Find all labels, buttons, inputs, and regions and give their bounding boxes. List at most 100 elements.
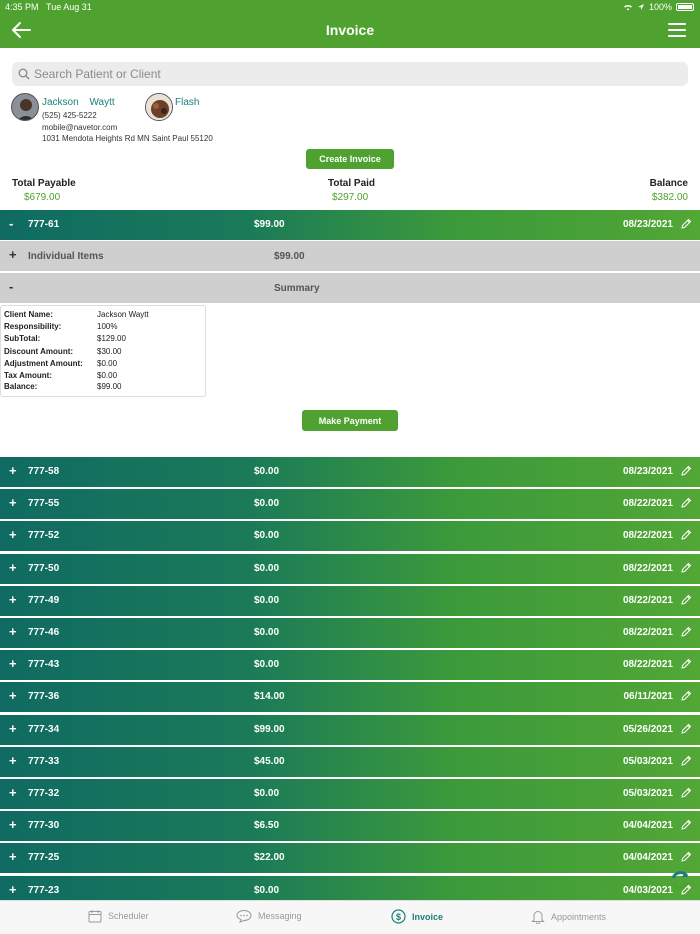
invoice-amount: $99.00 xyxy=(254,219,285,230)
invoice-amount: $0.00 xyxy=(254,498,280,509)
battery-icon xyxy=(676,3,694,11)
tab-invoice[interactable]: $ Invoice xyxy=(391,909,443,924)
search-bar[interactable] xyxy=(12,62,688,86)
refresh-icon[interactable] xyxy=(668,868,692,892)
invoice-row[interactable]: +777-30 $6.50 04/04/2021 xyxy=(0,811,700,841)
individual-items-label: Individual Items xyxy=(28,251,104,262)
bell-icon xyxy=(531,911,545,924)
invoice-row[interactable]: +777-50 $0.00 08/22/2021 xyxy=(0,554,700,584)
summary-row[interactable]: - Summary xyxy=(0,273,700,303)
tab-scheduler[interactable]: Scheduler xyxy=(88,909,149,923)
make-payment-button[interactable]: Make Payment xyxy=(302,410,398,431)
pencil-icon[interactable] xyxy=(680,562,692,574)
expand-toggle[interactable]: + xyxy=(9,689,17,703)
invoice-amount: $0.00 xyxy=(254,885,280,896)
invoice-date: 04/04/2021 xyxy=(622,852,673,863)
collapse-toggle[interactable]: - xyxy=(9,217,13,231)
expand-toggle[interactable]: + xyxy=(9,850,17,864)
pencil-icon[interactable] xyxy=(680,529,692,541)
invoice-number: 777-25 xyxy=(28,852,60,863)
svg-text:$: $ xyxy=(396,912,401,922)
invoice-date: 05/03/2021 xyxy=(622,756,673,767)
total-payable-label: Total Payable xyxy=(12,178,76,189)
expand-toggle[interactable]: + xyxy=(9,561,17,575)
tab-appointments[interactable]: Appointments xyxy=(531,909,606,924)
search-icon xyxy=(18,68,30,80)
invoice-date: 08/22/2021 xyxy=(622,595,673,606)
invoice-row[interactable]: +777-43 $0.00 08/22/2021 xyxy=(0,650,700,680)
expand-toggle[interactable]: + xyxy=(9,464,17,478)
invoice-row[interactable]: +777-58 $0.00 08/23/2021 xyxy=(0,457,700,487)
invoice-row[interactable]: +777-46 $0.00 08/22/2021 xyxy=(0,618,700,648)
invoice-row[interactable]: +777-52 $0.00 08/22/2021 xyxy=(0,521,700,551)
expand-toggle[interactable]: + xyxy=(9,593,17,607)
invoice-amount: $99.00 xyxy=(254,724,285,735)
search-input[interactable] xyxy=(34,67,674,81)
chat-bubble-icon xyxy=(236,909,252,923)
expand-toggle[interactable]: + xyxy=(9,248,17,262)
invoice-number: 777-52 xyxy=(28,530,60,541)
invoice-date: 05/03/2021 xyxy=(622,788,673,799)
balance-value: $382.00 xyxy=(651,192,688,203)
collapse-toggle[interactable]: - xyxy=(9,280,13,294)
balance-label: Balance xyxy=(649,178,688,189)
invoice-row[interactable]: +777-49 $0.00 08/22/2021 xyxy=(0,586,700,616)
invoice-date: 08/22/2021 xyxy=(622,627,673,638)
expand-toggle[interactable]: + xyxy=(9,625,17,639)
expand-toggle[interactable]: + xyxy=(9,754,17,768)
client-photo xyxy=(12,94,38,120)
invoice-number: 777-23 xyxy=(28,885,60,896)
invoice-number: 777-55 xyxy=(28,498,60,509)
pencil-icon[interactable] xyxy=(680,594,692,606)
tab-messaging[interactable]: Messaging xyxy=(236,909,302,923)
invoice-row[interactable]: +777-33 $45.00 05/03/2021 xyxy=(0,747,700,777)
expand-toggle[interactable]: + xyxy=(9,786,17,800)
client-avatar[interactable] xyxy=(11,93,39,121)
invoice-amount: $0.00 xyxy=(254,563,280,574)
pencil-icon[interactable] xyxy=(680,626,692,638)
pencil-icon[interactable] xyxy=(680,465,692,477)
pet-avatar[interactable] xyxy=(145,93,173,121)
invoice-number: 777-46 xyxy=(28,627,60,638)
status-time: 4:35 PM Tue Aug 31 xyxy=(5,2,92,12)
invoice-date: 08/22/2021 xyxy=(622,498,673,509)
hamburger-menu-icon[interactable] xyxy=(668,22,686,38)
invoice-amount: $6.50 xyxy=(254,820,280,831)
expand-toggle[interactable]: + xyxy=(9,883,17,897)
pencil-icon[interactable] xyxy=(680,658,692,670)
pencil-icon[interactable] xyxy=(680,851,692,863)
invoice-number: 777-36 xyxy=(28,691,60,702)
calendar-icon xyxy=(88,910,102,923)
expand-toggle[interactable]: + xyxy=(9,528,17,542)
invoice-date: 05/26/2021 xyxy=(622,724,673,735)
expand-toggle[interactable]: + xyxy=(9,818,17,832)
pet-name[interactable]: Flash xyxy=(175,97,199,108)
pencil-icon[interactable] xyxy=(680,497,692,509)
pencil-icon[interactable] xyxy=(680,723,692,735)
expand-toggle[interactable]: + xyxy=(9,657,17,671)
invoice-number: 777-58 xyxy=(28,466,60,477)
invoice-row[interactable]: +777-55 $0.00 08/22/2021 xyxy=(0,489,700,519)
pencil-icon[interactable] xyxy=(680,819,692,831)
invoice-date: 08/23/2021 xyxy=(622,466,673,477)
invoice-row[interactable]: +777-25 $22.00 04/04/2021 xyxy=(0,843,700,873)
pencil-icon[interactable] xyxy=(680,690,692,702)
invoice-number: 777-61 xyxy=(28,219,60,230)
wifi-icon xyxy=(623,4,632,11)
invoice-row[interactable]: +777-34 $99.00 05/26/2021 xyxy=(0,715,700,745)
pencil-icon[interactable] xyxy=(680,787,692,799)
navigation-bar: 4:35 PM Tue Aug 31 100% Invoice xyxy=(0,0,700,48)
expand-toggle[interactable]: + xyxy=(9,496,17,510)
invoice-date: 06/11/2021 xyxy=(623,691,674,702)
pet-photo xyxy=(146,94,172,120)
invoice-row[interactable]: +777-36 $14.00 06/11/2021 xyxy=(0,682,700,712)
status-bar: 4:35 PM Tue Aug 31 100% xyxy=(0,0,700,14)
pencil-icon[interactable] xyxy=(680,755,692,767)
create-invoice-button[interactable]: Create Invoice xyxy=(306,149,394,169)
client-name[interactable]: Jackson Waytt xyxy=(42,97,115,108)
individual-items-row[interactable]: + Individual Items $99.00 xyxy=(0,241,700,271)
invoice-row[interactable]: +777-32 $0.00 05/03/2021 xyxy=(0,779,700,809)
pencil-icon[interactable] xyxy=(680,218,692,230)
expand-toggle[interactable]: + xyxy=(9,722,17,736)
invoice-row-expanded[interactable]: - 777-61 $99.00 08/23/2021 xyxy=(0,210,700,240)
